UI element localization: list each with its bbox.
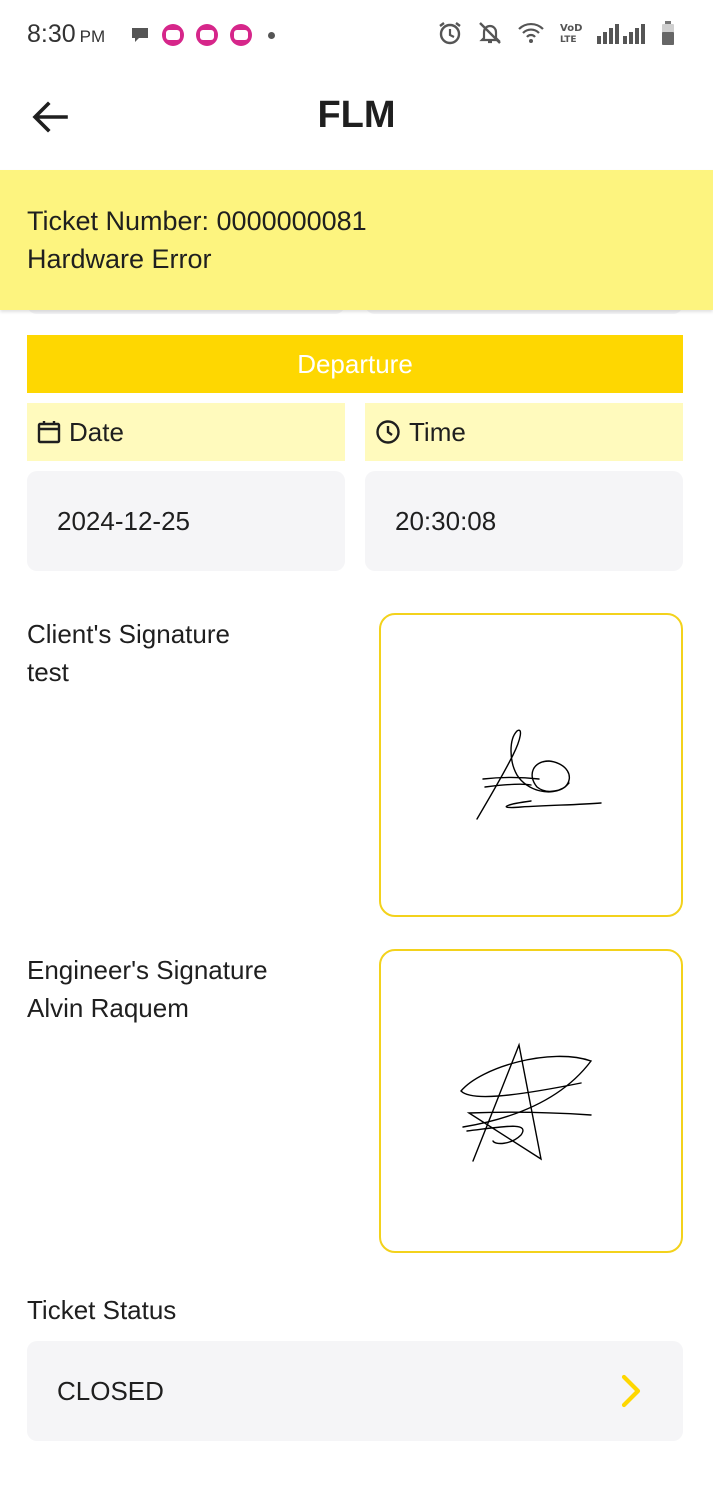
status-clock: 8:30 — [27, 20, 76, 48]
ticket-status-select[interactable]: CLOSED — [27, 1341, 683, 1441]
time-value: 20:30:08 — [395, 505, 497, 536]
engineer-signature-label: Engineer's Signature Alvin Raquem — [27, 951, 268, 1027]
clock-icon — [376, 420, 400, 444]
svg-text:VoD: VoD — [560, 23, 582, 34]
client-signature-label: Client's Signature test — [27, 615, 230, 691]
client-signature-image — [476, 729, 602, 820]
lazada-icon — [196, 24, 218, 46]
time-field[interactable]: 20:30:08 — [365, 471, 683, 571]
client-signature-title: Client's Signature — [27, 619, 230, 649]
chat-bubble-icon — [132, 28, 148, 42]
app-bar: FLM — [0, 70, 713, 170]
date-label-text: Date — [69, 416, 124, 447]
notification-icons — [130, 24, 275, 46]
time-label-text: Time — [409, 416, 466, 447]
system-icons: VoD LTE — [437, 20, 675, 46]
volte-icon: VoD LTE — [560, 23, 582, 45]
svg-text:LTE: LTE — [560, 35, 577, 45]
engineer-name: Alvin Raquem — [27, 993, 189, 1023]
engineer-signature-image — [460, 1042, 593, 1162]
ticket-banner: Ticket Number: 0000000081 Hardware Error — [0, 170, 713, 310]
ticket-status-label: Ticket Status — [27, 1295, 177, 1325]
time-label: Time — [365, 403, 683, 461]
status-bar: 8:30 PM VoD LTE — [0, 0, 713, 70]
bell-off-icon — [479, 22, 501, 44]
client-signature-box[interactable] — [379, 613, 683, 917]
date-field[interactable]: 2024-12-25 — [27, 471, 345, 571]
departure-header: Departure — [27, 335, 683, 393]
lazada-icon — [162, 24, 184, 46]
engineer-signature-box[interactable] — [379, 949, 683, 1253]
lazada-icon — [230, 24, 252, 46]
wifi-icon — [518, 22, 544, 43]
ticket-number: Ticket Number: 0000000081 — [27, 206, 367, 236]
chevron-right-icon — [621, 1374, 641, 1408]
status-time: 8:30 PM — [27, 20, 105, 49]
date-value: 2024-12-25 — [57, 505, 190, 536]
ticket-issue: Hardware Error — [27, 244, 212, 274]
engineer-signature-title: Engineer's Signature — [27, 955, 268, 985]
alarm-icon — [439, 22, 461, 45]
more-dot-icon — [268, 31, 275, 39]
calendar-icon — [37, 421, 61, 444]
page-title: FLM — [317, 94, 396, 136]
ticket-status-value: CLOSED — [57, 1375, 164, 1406]
date-label: Date — [27, 403, 345, 461]
battery-icon — [662, 21, 674, 45]
client-name: test — [27, 657, 69, 687]
status-ampm: PM — [79, 27, 106, 46]
signal-icon — [597, 24, 645, 44]
